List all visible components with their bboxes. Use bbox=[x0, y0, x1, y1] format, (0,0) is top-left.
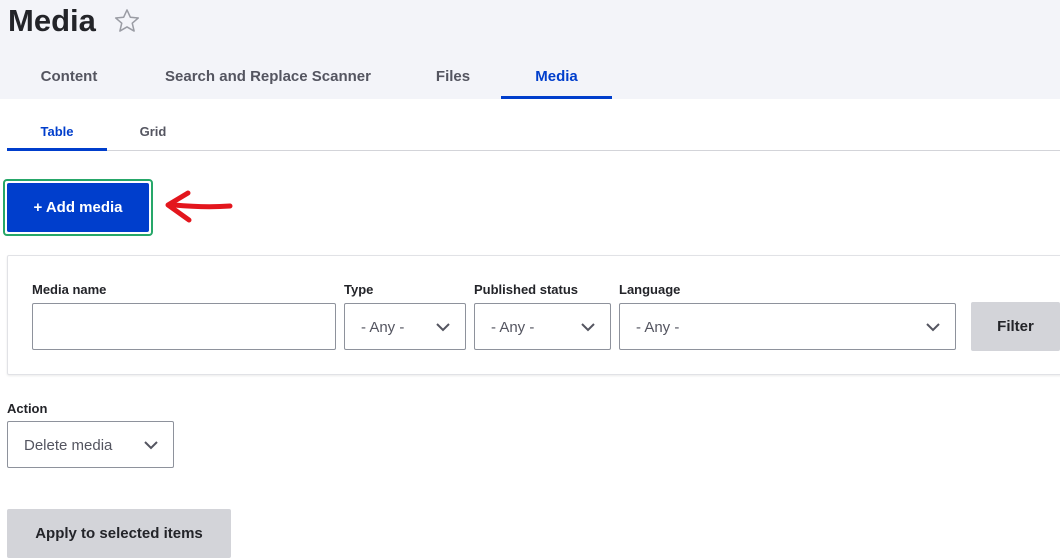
add-media-button[interactable]: + Add media bbox=[7, 183, 149, 232]
add-media-highlight: + Add media bbox=[3, 179, 153, 236]
chevron-down-icon bbox=[581, 323, 595, 332]
action-label: Action bbox=[7, 401, 48, 416]
tab-table[interactable]: Table bbox=[7, 113, 107, 151]
media-name-input[interactable] bbox=[32, 303, 336, 350]
published-status-select-value: - Any - bbox=[491, 319, 535, 336]
published-status-select[interactable]: - Any - bbox=[474, 303, 611, 350]
language-select-value: - Any - bbox=[636, 319, 680, 336]
tab-grid[interactable]: Grid bbox=[107, 113, 199, 151]
secondary-tabs: Table Grid bbox=[0, 113, 1060, 151]
published-status-label: Published status bbox=[474, 282, 579, 297]
tab-media[interactable]: Media bbox=[501, 54, 612, 99]
primary-tabs: Content Search and Replace Scanner Files… bbox=[0, 54, 1060, 99]
red-arrow-left-icon bbox=[165, 190, 233, 223]
action-select-value: Delete media bbox=[24, 437, 113, 454]
tab-content[interactable]: Content bbox=[20, 54, 118, 99]
page-title: Media bbox=[8, 3, 96, 38]
tab-search-and-replace-scanner[interactable]: Search and Replace Scanner bbox=[150, 54, 386, 99]
action-select[interactable]: Delete media bbox=[7, 421, 174, 468]
filter-button[interactable]: Filter bbox=[971, 302, 1060, 351]
type-select-value: - Any - bbox=[361, 319, 405, 336]
apply-to-selected-items-button[interactable]: Apply to selected items bbox=[7, 509, 231, 558]
chevron-down-icon bbox=[926, 323, 940, 332]
language-select[interactable]: - Any - bbox=[619, 303, 956, 350]
type-label: Type bbox=[344, 282, 374, 297]
media-name-label: Media name bbox=[32, 282, 107, 297]
star-icon[interactable] bbox=[113, 7, 141, 35]
chevron-down-icon bbox=[436, 323, 450, 332]
language-label: Language bbox=[619, 282, 681, 297]
type-select[interactable]: - Any - bbox=[344, 303, 466, 350]
tab-files[interactable]: Files bbox=[420, 54, 486, 99]
chevron-down-icon bbox=[144, 441, 158, 450]
